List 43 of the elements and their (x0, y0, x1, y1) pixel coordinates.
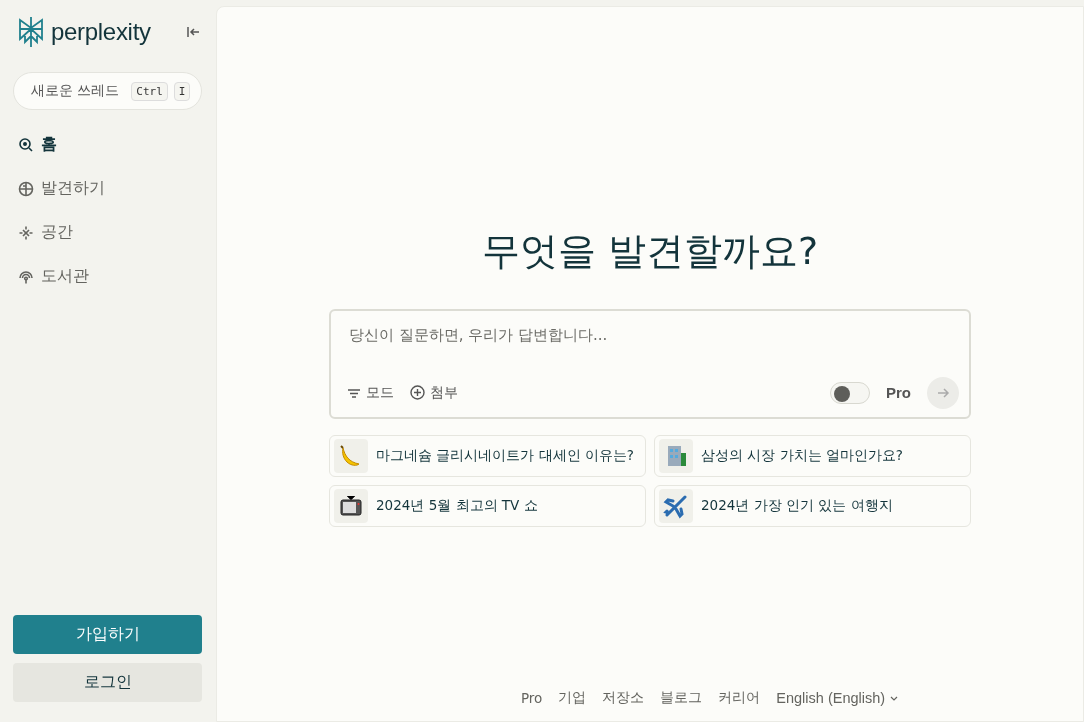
plus-circle-icon (410, 385, 425, 400)
nav-item[interactable]: 발견하기 (13, 178, 202, 199)
nav-item[interactable]: 홈 (13, 134, 202, 155)
suggestion-card[interactable]: 2024년 가장 인기 있는 여행지 (654, 484, 971, 527)
logo-icon (17, 16, 45, 48)
login-button[interactable]: 로그인 (13, 663, 202, 702)
page-heading: 무엇을 발견할까요? (481, 227, 819, 275)
broadcast-icon (18, 268, 34, 285)
suggestion-card[interactable]: 마그네슘 글리시네이트가 대세인 이유는? (329, 434, 646, 477)
arrow-right-icon (936, 385, 950, 400)
question-input[interactable]: 당신이 질문하면, 우리가 답변합니다... (347, 324, 963, 345)
signup-button[interactable]: 가입하기 (13, 615, 202, 654)
nav-label: 발견하기 (41, 178, 105, 199)
pro-label: Pro (886, 384, 911, 401)
tv-icon (334, 488, 368, 523)
footer-link[interactable]: 블로그 (660, 689, 703, 707)
shortcut-key: I (173, 81, 191, 101)
logo-text: perplexity (51, 18, 151, 46)
nav-item[interactable]: 공간 (13, 222, 202, 243)
search-icon (18, 136, 34, 153)
mode-button[interactable]: 모드 (347, 383, 394, 402)
footer-link[interactable]: Pro (520, 690, 543, 706)
suggestion-card[interactable]: 삼성의 시장 가치는 얼마인가요? (654, 434, 971, 477)
banana-icon (334, 438, 368, 473)
language-selector[interactable]: English (English) (776, 690, 900, 706)
globe-icon (18, 180, 34, 197)
footer-link[interactable]: 저장소 (602, 689, 645, 707)
building-icon (659, 438, 693, 473)
airplane-icon (659, 488, 693, 523)
nav-label: 공간 (41, 222, 73, 243)
footer-link[interactable]: 기업 (558, 689, 587, 707)
suggestion-card[interactable]: 2024년 5월 최고의 TV 쇼 (329, 484, 646, 527)
shortcut-key: Ctrl (131, 81, 168, 101)
nav-label: 홈 (41, 134, 57, 155)
new-thread-button[interactable]: 새로운 쓰레드 Ctrl I (13, 72, 202, 110)
footer-link[interactable]: 커리어 (718, 689, 761, 707)
nav-label: 도서관 (41, 266, 89, 287)
sparkle-icon (18, 224, 34, 241)
new-thread-label: 새로운 쓰레드 (31, 82, 120, 100)
pro-toggle[interactable] (830, 381, 870, 404)
attach-button[interactable]: 첨부 (410, 383, 458, 402)
nav-item[interactable]: 도서관 (13, 266, 202, 287)
arrow-left-bar-icon (186, 25, 200, 39)
